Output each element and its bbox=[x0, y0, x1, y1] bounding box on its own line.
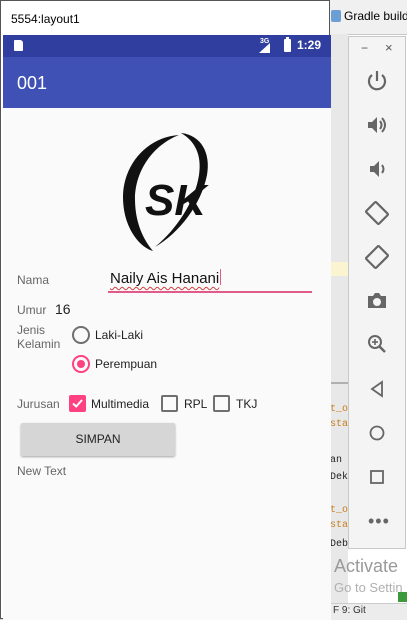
age-value[interactable]: 16 bbox=[55, 301, 71, 317]
emulator-title: 5554:layout1 bbox=[11, 12, 80, 26]
checkbox-label: Multimedia bbox=[91, 397, 150, 411]
app-title: 001 bbox=[17, 73, 48, 93]
sd-card-icon bbox=[14, 40, 23, 51]
camera-icon[interactable] bbox=[362, 286, 392, 316]
ide-code-line: Deb bbox=[330, 539, 349, 550]
major-label: Jurusan bbox=[17, 397, 60, 411]
app-bar: 001 bbox=[3, 57, 331, 108]
ide-status-indicator bbox=[398, 592, 407, 602]
name-input-value: Naily Ais Hanani bbox=[110, 270, 220, 287]
radio-label: Perempuan bbox=[95, 357, 158, 371]
close-button[interactable]: × bbox=[385, 40, 393, 55]
checkbox-unchecked-icon bbox=[213, 395, 230, 412]
emulator-titlebar[interactable]: 5554:layout1 bbox=[1, 1, 329, 35]
more-icon[interactable]: ••• bbox=[368, 511, 390, 532]
ide-code-line: sta bbox=[330, 419, 349, 430]
ide-gutter bbox=[330, 34, 348, 619]
logo-text: SK bbox=[145, 176, 209, 225]
activate-watermark: Activate bbox=[334, 556, 399, 576]
gender-label: Jenis Kelamin bbox=[17, 323, 61, 351]
rotate-right-icon[interactable] bbox=[362, 242, 392, 272]
minimize-button[interactable]: − bbox=[361, 41, 368, 55]
volume-up-icon[interactable] bbox=[362, 110, 392, 140]
status-time: 1:29 bbox=[297, 38, 322, 52]
checkbox-checked-icon bbox=[69, 395, 86, 412]
ide-code-line: sta bbox=[330, 520, 349, 531]
ide-bottom-tab[interactable]: F 9: Git bbox=[333, 605, 366, 616]
power-icon[interactable] bbox=[362, 66, 392, 96]
ide-highlight-line bbox=[330, 262, 348, 276]
name-input[interactable]: Naily Ais Hanani bbox=[108, 267, 312, 293]
ide-code-line: Dek bbox=[330, 472, 349, 483]
name-label: Nama bbox=[17, 273, 50, 287]
save-button[interactable]: SIMPAN bbox=[21, 423, 175, 456]
checkbox-unchecked-icon bbox=[161, 395, 178, 412]
gradle-icon bbox=[331, 10, 341, 22]
checkbox-label: RPL bbox=[184, 397, 208, 411]
signal-icon bbox=[259, 43, 270, 53]
radio-unchecked-icon bbox=[72, 326, 90, 344]
emulator-toolbar: − × ••• bbox=[348, 36, 406, 549]
battery-icon bbox=[284, 37, 291, 52]
age-label: Umur bbox=[17, 303, 47, 317]
ide-code-line: t_o bbox=[330, 505, 349, 516]
status-bar: 3G 1:29 bbox=[3, 35, 331, 57]
rotate-left-icon[interactable] bbox=[362, 198, 392, 228]
ide-code-line: an bbox=[330, 455, 343, 466]
radio-checked-icon bbox=[72, 355, 90, 373]
phone-screen: 3G 1:29 001 SK Nama Naily Ais Hanani Umu… bbox=[3, 35, 331, 620]
emulator-window: 5554:layout1 3G 1:29 001 SK Nama Naily A… bbox=[0, 0, 331, 620]
radio-label: Laki-Laki bbox=[95, 328, 144, 342]
ide-gradle-build-tab[interactable]: Gradle build bbox=[344, 9, 407, 23]
activate-watermark-sub: Go to Settin bbox=[334, 580, 403, 595]
ide-divider bbox=[330, 382, 348, 384]
output-text: New Text bbox=[17, 464, 67, 478]
sk-logo: SK bbox=[123, 133, 209, 251]
text-cursor bbox=[220, 269, 222, 285]
home-icon[interactable] bbox=[362, 418, 392, 448]
overview-icon[interactable] bbox=[362, 462, 392, 492]
back-icon[interactable] bbox=[362, 374, 392, 404]
volume-down-icon[interactable] bbox=[362, 154, 392, 184]
zoom-icon[interactable] bbox=[362, 330, 392, 360]
checkbox-label: TKJ bbox=[236, 397, 258, 411]
ide-code-line: t_o bbox=[330, 404, 349, 415]
